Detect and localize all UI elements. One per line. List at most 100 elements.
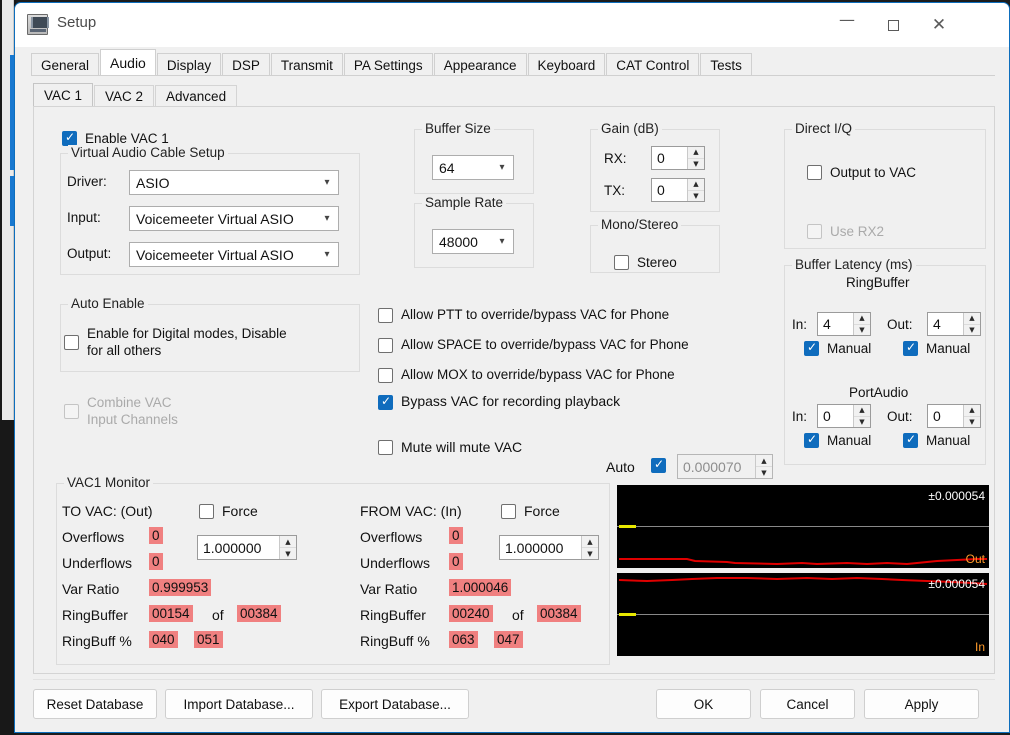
input-combo[interactable]: Voicemeeter Virtual ASIO ▾ (129, 206, 339, 231)
auto-label: Auto (606, 459, 635, 475)
rb-out-label: Out: (887, 317, 913, 332)
enable-vac1-checkbox[interactable] (62, 131, 77, 146)
minimize-button[interactable]: — (824, 3, 870, 47)
in-ringbuff-pct-b: 047 (494, 631, 523, 648)
tab-vac-1[interactable]: VAC 1 (33, 83, 93, 107)
combine-vac-label-line1: Combine VAC (87, 395, 172, 410)
spinner-buttons[interactable]: ▲▼ (963, 405, 980, 427)
output-to-vac-checkbox[interactable] (807, 165, 822, 180)
out-ringbuffer-of: of (212, 607, 224, 623)
spinner-down-icon: ▼ (964, 325, 980, 336)
in-ringbuffer-of: of (512, 607, 524, 623)
rb-in-manual-checkbox[interactable] (804, 341, 819, 356)
use-rx2-checkbox[interactable] (807, 224, 822, 239)
pa-out-manual-label: Manual (926, 433, 970, 448)
tab-dsp[interactable]: DSP (222, 53, 270, 76)
allow-space-checkbox[interactable] (378, 338, 393, 353)
ok-button[interactable]: OK (656, 689, 751, 719)
driver-combo[interactable]: ASIO ▾ (129, 170, 339, 195)
spinner-buttons[interactable]: ▲▼ (687, 147, 704, 169)
tab-cat-control[interactable]: CAT Control (606, 53, 699, 76)
in-graph-scale: ±0.000054 (928, 577, 985, 591)
pa-out-manual-checkbox[interactable] (903, 433, 918, 448)
import-database-button[interactable]: Import Database... (165, 689, 313, 719)
rb-in-manual-label: Manual (827, 341, 871, 356)
tab-vac-2[interactable]: VAC 2 (94, 85, 154, 107)
allow-space-label: Allow SPACE to override/bypass VAC for P… (401, 337, 689, 352)
tab-general[interactable]: General (31, 53, 99, 76)
tab-advanced[interactable]: Advanced (155, 85, 237, 107)
from-vac-title: FROM VAC: (In) (360, 503, 462, 519)
portaudio-title: PortAudio (849, 385, 908, 400)
cancel-button[interactable]: Cancel (760, 689, 855, 719)
tab-pa-settings[interactable]: PA Settings (344, 53, 433, 76)
out-ratio-spinner[interactable]: 1.000000 ▲▼ (197, 535, 297, 560)
mono-stereo-legend: Mono/Stereo (598, 217, 681, 232)
close-icon: ✕ (932, 17, 946, 34)
rb-out-spinner[interactable]: 4 ▲▼ (927, 312, 981, 336)
in-ratio-spinner[interactable]: 1.000000 ▲▼ (499, 535, 599, 560)
gain-rx-spinner[interactable]: 0 ▲▼ (651, 146, 705, 170)
in-force-checkbox[interactable] (501, 504, 516, 519)
spinner-down-icon: ▼ (756, 467, 772, 478)
tab-tests[interactable]: Tests (700, 53, 752, 76)
out-ringbuff-pct-b: 051 (194, 631, 223, 648)
chevron-down-icon: ▾ (491, 236, 513, 247)
out-overflows-label: Overflows (62, 529, 124, 545)
stereo-checkbox[interactable] (614, 255, 629, 270)
auto-checkbox[interactable] (651, 458, 666, 473)
spinner-up-icon: ▲ (688, 179, 704, 191)
auto-enable-label-line2: for all others (87, 343, 161, 358)
spinner-buttons[interactable]: ▲▼ (755, 455, 772, 478)
mute-will-mute-vac-checkbox[interactable] (378, 440, 393, 455)
rb-in-spinner[interactable]: 4 ▲▼ (817, 312, 871, 336)
reset-database-button[interactable]: Reset Database (33, 689, 157, 719)
combine-vac-checkbox[interactable] (64, 404, 79, 419)
enable-vac1-label: Enable VAC 1 (85, 131, 169, 146)
output-combo[interactable]: Voicemeeter Virtual ASIO ▾ (129, 242, 339, 267)
tab-display[interactable]: Display (157, 53, 221, 76)
spinner-buttons[interactable]: ▲▼ (853, 405, 870, 427)
maximize-button[interactable] (870, 3, 916, 47)
spinner-down-icon: ▼ (964, 417, 980, 428)
spinner-buttons[interactable]: ▲▼ (279, 536, 296, 559)
out-graph-scale: ±0.000054 (928, 489, 985, 503)
gain-tx-spinner[interactable]: 0 ▲▼ (651, 178, 705, 202)
export-database-button[interactable]: Export Database... (321, 689, 469, 719)
pa-in-spinner[interactable]: 0 ▲▼ (817, 404, 871, 428)
bypass-vac-recording-checkbox[interactable] (378, 395, 393, 410)
in-var-ratio-value: 1.000046 (449, 579, 511, 596)
chevron-down-icon: ▾ (491, 162, 513, 173)
spinner-buttons[interactable]: ▲▼ (963, 313, 980, 335)
apply-button[interactable]: Apply (864, 689, 979, 719)
buffer-size-combo[interactable]: 64 ▾ (432, 155, 514, 180)
auto-value-spinner[interactable]: 0.000070 ▲▼ (677, 454, 773, 479)
sample-rate-combo[interactable]: 48000 ▾ (432, 229, 514, 254)
footer-divider (33, 679, 995, 680)
spinner-buttons[interactable]: ▲▼ (853, 313, 870, 335)
buffer-size-value: 64 (433, 160, 491, 176)
spinner-buttons[interactable]: ▲▼ (687, 179, 704, 201)
pa-in-manual-checkbox[interactable] (804, 433, 819, 448)
auto-enable-checkbox[interactable] (64, 335, 79, 350)
use-rx2-label: Use RX2 (830, 224, 884, 239)
rb-out-manual-checkbox[interactable] (903, 341, 918, 356)
out-force-checkbox[interactable] (199, 504, 214, 519)
tab-transmit[interactable]: Transmit (271, 53, 343, 76)
tab-audio[interactable]: Audio (100, 49, 156, 76)
tab-appearance[interactable]: Appearance (434, 53, 527, 76)
allow-ptt-checkbox[interactable] (378, 308, 393, 323)
rb-out-manual-label: Manual (926, 341, 970, 356)
close-button[interactable]: ✕ (916, 3, 962, 47)
pa-out-spinner[interactable]: 0 ▲▼ (927, 404, 981, 428)
tab-keyboard[interactable]: Keyboard (528, 53, 606, 76)
sample-rate-legend: Sample Rate (422, 195, 506, 210)
spinner-buttons[interactable]: ▲▼ (581, 536, 598, 559)
output-label: Output: (67, 246, 111, 261)
allow-mox-checkbox[interactable] (378, 368, 393, 383)
out-ringbuffer-total: 00384 (237, 605, 281, 622)
chevron-down-icon: ▾ (316, 177, 338, 188)
in-ringbuffer-total: 00384 (537, 605, 581, 622)
out-ratio-value: 1.000000 (198, 536, 279, 559)
spinner-up-icon: ▲ (964, 405, 980, 417)
